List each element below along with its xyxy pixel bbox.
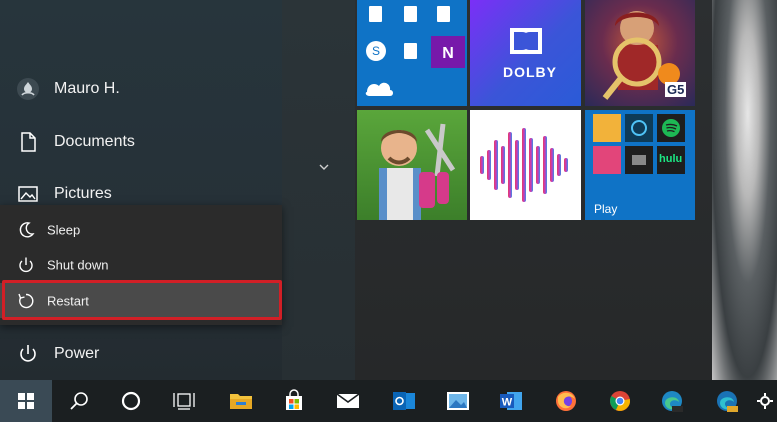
svg-text:S: S	[372, 44, 380, 58]
document-icon	[16, 130, 40, 154]
power-icon	[16, 255, 36, 275]
cortana-circle-icon	[121, 391, 141, 411]
edge-beta-icon	[662, 391, 683, 412]
search-button[interactable]	[55, 380, 103, 422]
gear-icon	[756, 393, 773, 409]
power-icon	[16, 342, 40, 366]
outlook-icon	[393, 392, 415, 410]
dolby-logo-icon	[510, 28, 542, 54]
edge-canary-icon	[717, 391, 738, 412]
movie-app-icon	[625, 146, 653, 174]
dolby-tile[interactable]: DOLBY	[470, 0, 581, 106]
photos-button[interactable]	[434, 380, 482, 422]
settings-button[interactable]	[752, 380, 777, 422]
play-label: Play	[594, 202, 618, 216]
desktop-screen: Mauro H. Documents Pictures Power S N DO…	[0, 0, 777, 422]
gardener-character-icon	[379, 123, 456, 220]
hulu-icon: hulu	[657, 146, 685, 174]
play-group-tile[interactable]: hulu Play	[585, 110, 695, 220]
desktop-wallpaper-strip	[712, 0, 777, 380]
outlook-button[interactable]	[380, 380, 428, 422]
restart-icon	[16, 291, 36, 311]
sound-waveform-icon	[480, 128, 568, 202]
gardenscapes-tile[interactable]	[357, 110, 467, 220]
folder-icon	[230, 394, 252, 409]
dolby-label: DOLBY	[503, 64, 557, 80]
taskbar: W	[0, 380, 777, 422]
moon-icon	[16, 220, 36, 240]
word-icon: W	[500, 392, 522, 410]
power-label: Power	[54, 345, 100, 362]
edge-beta-button[interactable]	[648, 380, 696, 422]
power-options-menu: Sleep Shut down Restart	[0, 205, 282, 325]
mail-button[interactable]	[324, 380, 372, 422]
friends-game-icon	[593, 146, 621, 174]
restart-option[interactable]: Restart	[0, 283, 282, 318]
user-account-item[interactable]: Mauro H.	[0, 67, 282, 111]
firefox-icon	[556, 391, 576, 411]
cortana-button[interactable]	[107, 380, 155, 422]
firefox-button[interactable]	[542, 380, 590, 422]
photo-editor-icon	[625, 114, 653, 142]
svg-text:N: N	[442, 45, 454, 62]
shutdown-label: Shut down	[47, 257, 109, 272]
documents-item[interactable]: Documents	[0, 120, 282, 164]
photos-icon	[447, 392, 469, 410]
pictures-label: Pictures	[54, 185, 112, 202]
edge-canary-button[interactable]	[703, 380, 751, 422]
candy-game-icon	[593, 114, 621, 142]
task-view-icon	[173, 393, 195, 410]
office-group-tile[interactable]: S N	[357, 0, 467, 106]
file-explorer-button[interactable]	[217, 380, 265, 422]
documents-label: Documents	[54, 133, 135, 150]
sleep-option[interactable]: Sleep	[0, 212, 282, 247]
office-apps-icons: S N	[365, 6, 465, 96]
store-bag-icon	[286, 389, 302, 410]
user-name: Mauro H.	[54, 80, 120, 97]
search-icon	[70, 392, 88, 410]
mail-envelope-icon	[336, 393, 360, 408]
music-app-tile[interactable]	[470, 110, 581, 220]
chevron-down-icon[interactable]	[318, 162, 330, 172]
hidden-object-game-tile[interactable]: G5	[585, 0, 695, 106]
shutdown-option[interactable]: Shut down	[0, 247, 282, 282]
g5-badge: G5	[665, 82, 687, 97]
start-button[interactable]	[0, 380, 52, 422]
user-avatar-icon	[16, 77, 40, 101]
power-item[interactable]: Power	[0, 332, 282, 376]
spotify-icon	[657, 114, 685, 142]
restart-label: Restart	[47, 293, 89, 308]
hulu-label: hulu	[659, 153, 683, 165]
word-button[interactable]: W	[487, 380, 535, 422]
sleep-label: Sleep	[47, 222, 81, 237]
chrome-icon	[610, 391, 630, 411]
windows-logo-icon	[18, 393, 34, 409]
chrome-button[interactable]	[596, 380, 644, 422]
task-view-button[interactable]	[160, 380, 208, 422]
app-list-column	[282, 0, 355, 380]
svg-text:W: W	[502, 397, 513, 409]
store-button[interactable]	[270, 380, 318, 422]
pictures-icon	[16, 182, 40, 206]
